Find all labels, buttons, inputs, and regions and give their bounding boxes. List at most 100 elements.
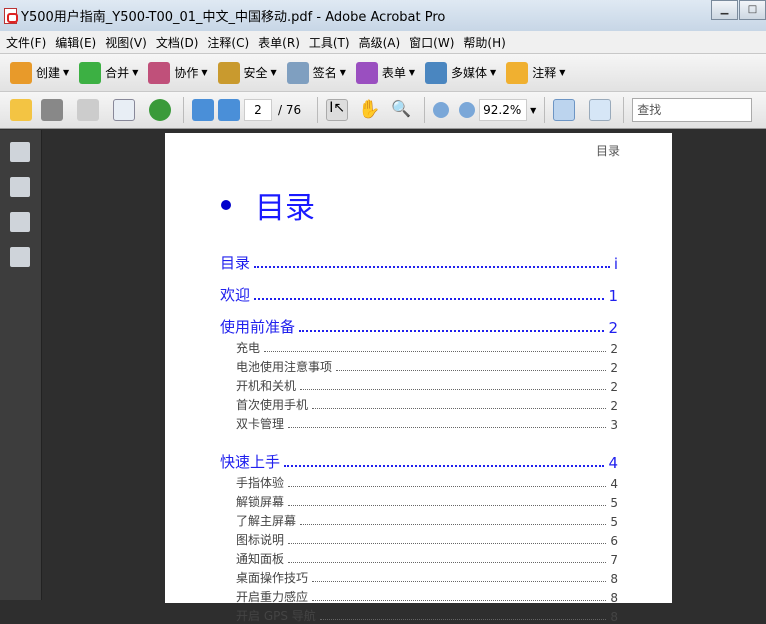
- toc-entry-page: 5: [610, 515, 618, 529]
- minimize-button[interactable]: ▁: [711, 0, 738, 20]
- toc-entry[interactable]: 手指体验 4: [220, 472, 618, 491]
- hand-tool-icon[interactable]: ✋: [358, 99, 380, 121]
- zoom-dropdown-icon[interactable]: ▼: [530, 106, 536, 115]
- toc-entry[interactable]: 开机和关机 2: [220, 375, 618, 394]
- menu-item[interactable]: 视图(V): [105, 34, 147, 51]
- menu-item[interactable]: 工具(T): [309, 34, 350, 51]
- toc-entry[interactable]: 解锁屏幕 5: [220, 491, 618, 510]
- toolbar-button-label: 协作: [174, 66, 199, 80]
- toc-entry[interactable]: 欢迎 1: [220, 273, 618, 305]
- zoom-in-icon[interactable]: [459, 102, 476, 118]
- toc-leader: [288, 505, 607, 506]
- menu-item[interactable]: 高级(A): [359, 34, 401, 51]
- page-number-input[interactable]: 2: [244, 99, 272, 121]
- layers-icon[interactable]: [10, 212, 30, 232]
- toc-leader: [288, 543, 607, 544]
- zoom-level-field[interactable]: 92.2%: [479, 99, 528, 121]
- page-title: 目录: [221, 183, 315, 227]
- toc-entry[interactable]: 双卡管理 3: [220, 413, 618, 432]
- toc-entry-title: 双卡管理: [236, 417, 285, 431]
- window-title: Y500用户指南_Y500-T00_01_中文_中国移动.pdf - Adobe…: [21, 10, 446, 25]
- create-icon: [10, 61, 32, 84]
- pages-icon[interactable]: [10, 142, 30, 162]
- menu-item[interactable]: 表单(R): [258, 34, 300, 51]
- toc-entry[interactable]: 电池使用注意事项 2: [220, 356, 618, 375]
- menu-item[interactable]: 文档(D): [156, 34, 199, 51]
- toc-leader: [319, 619, 607, 620]
- print-icon[interactable]: [41, 99, 63, 121]
- toolbar-button-pen[interactable]: 签名 ▼: [286, 61, 346, 84]
- maximize-button[interactable]: □: [739, 0, 766, 20]
- toc-leader: [288, 427, 607, 428]
- open-folder-icon[interactable]: [10, 99, 32, 121]
- toc-entry-title: 欢迎: [220, 286, 251, 304]
- previous-page-icon[interactable]: [192, 99, 214, 121]
- toolbar-button-comment[interactable]: 注释 ▼: [506, 61, 566, 84]
- toc-entry-title: 开启 GPS 导航: [236, 609, 316, 623]
- save-icon[interactable]: [77, 99, 99, 121]
- select-tool-icon[interactable]: I↖: [326, 99, 349, 121]
- menu-item[interactable]: 文件(F): [6, 34, 46, 51]
- toc-entry[interactable]: 快速上手 4: [220, 440, 618, 472]
- toolbar-button-label: 表单: [381, 66, 406, 80]
- email-icon[interactable]: [113, 99, 135, 121]
- chevron-down-icon: ▼: [201, 68, 208, 77]
- zoom-out-icon[interactable]: [433, 102, 450, 118]
- bookmarks-icon[interactable]: [10, 177, 30, 197]
- menu-item[interactable]: 帮助(H): [463, 34, 505, 51]
- toolbar-button-label: 合并: [105, 66, 130, 80]
- chevron-down-icon: ▼: [559, 68, 566, 77]
- next-page-icon[interactable]: [218, 99, 240, 121]
- form-icon: [355, 61, 378, 84]
- toc-entry-page: 8: [610, 610, 618, 624]
- pen-icon: [286, 61, 309, 84]
- toc-entry-page: i: [613, 255, 618, 273]
- toc-entry-page: 3: [610, 418, 618, 432]
- toc-leader: [312, 600, 607, 601]
- running-header: 目录: [595, 144, 620, 158]
- toolbar-button-lock[interactable]: 安全 ▼: [217, 61, 277, 84]
- menu-item[interactable]: 窗口(W): [409, 34, 454, 51]
- toc-leader: [264, 351, 607, 352]
- toc-leader: [284, 465, 605, 467]
- web-upload-icon[interactable]: [149, 99, 171, 121]
- toc-entry-title: 手指体验: [236, 476, 285, 490]
- toolbar-button-combine[interactable]: 合并 ▼: [79, 61, 138, 84]
- toc-leader: [312, 408, 607, 409]
- chevron-down-icon: ▼: [490, 68, 497, 77]
- toc-entry[interactable]: 使用前准备 2: [220, 305, 618, 337]
- menu-item[interactable]: 注释(C): [207, 34, 249, 51]
- toc-entry[interactable]: 首次使用手机 2: [220, 394, 618, 413]
- toc-entry[interactable]: 了解主屏幕 5: [220, 510, 618, 529]
- find-input[interactable]: 查找: [632, 98, 753, 122]
- toolbar-button-collaborate[interactable]: 协作 ▼: [148, 61, 208, 84]
- toc-entry[interactable]: 桌面操作技巧 8: [220, 567, 618, 586]
- toc-entry-page: 4: [608, 454, 618, 472]
- toc-entry-page: 2: [610, 399, 618, 413]
- toolbar-button-form[interactable]: 表单 ▼: [355, 61, 415, 84]
- fit-page-icon[interactable]: [589, 99, 612, 121]
- toc-entry[interactable]: 图标说明 6: [220, 529, 618, 548]
- toolbar-button-create[interactable]: 创建 ▼: [10, 61, 69, 84]
- toc-entry[interactable]: 通知面板 7: [220, 548, 618, 567]
- title-bar: Y500用户指南_Y500-T00_01_中文_中国移动.pdf - Adobe…: [0, 0, 766, 31]
- toc-leader: [254, 298, 605, 300]
- toc-entry[interactable]: 充电 2: [220, 337, 618, 356]
- table-of-contents: 目录 i 欢迎 1 使用前准备 2 充电 2 电池使用注意事项 2 开机和关机 2 首次使用手机 2 双卡管…: [220, 241, 618, 624]
- toc-leader: [288, 562, 607, 563]
- toc-entry[interactable]: 目录 i: [220, 241, 618, 273]
- menu-item[interactable]: 编辑(E): [55, 34, 96, 51]
- bullet-icon: [221, 200, 231, 210]
- signatures-icon[interactable]: [10, 247, 30, 267]
- zoom-tool-icon[interactable]: 🔍: [390, 99, 412, 121]
- toc-entry-title: 快速上手: [220, 453, 281, 471]
- comment-icon: [506, 61, 529, 84]
- toolbar-button-multimedia[interactable]: 多媒体 ▼: [425, 61, 497, 84]
- toc-leader: [299, 330, 605, 332]
- toolbar-button-label: 注释: [532, 66, 557, 80]
- toc-entry-page: 5: [610, 496, 618, 510]
- toc-entry[interactable]: 开启 GPS 导航 8: [220, 605, 618, 624]
- fit-width-icon[interactable]: [553, 99, 576, 121]
- toc-entry-page: 7: [610, 553, 618, 567]
- toc-entry[interactable]: 开启重力感应 8: [220, 586, 618, 605]
